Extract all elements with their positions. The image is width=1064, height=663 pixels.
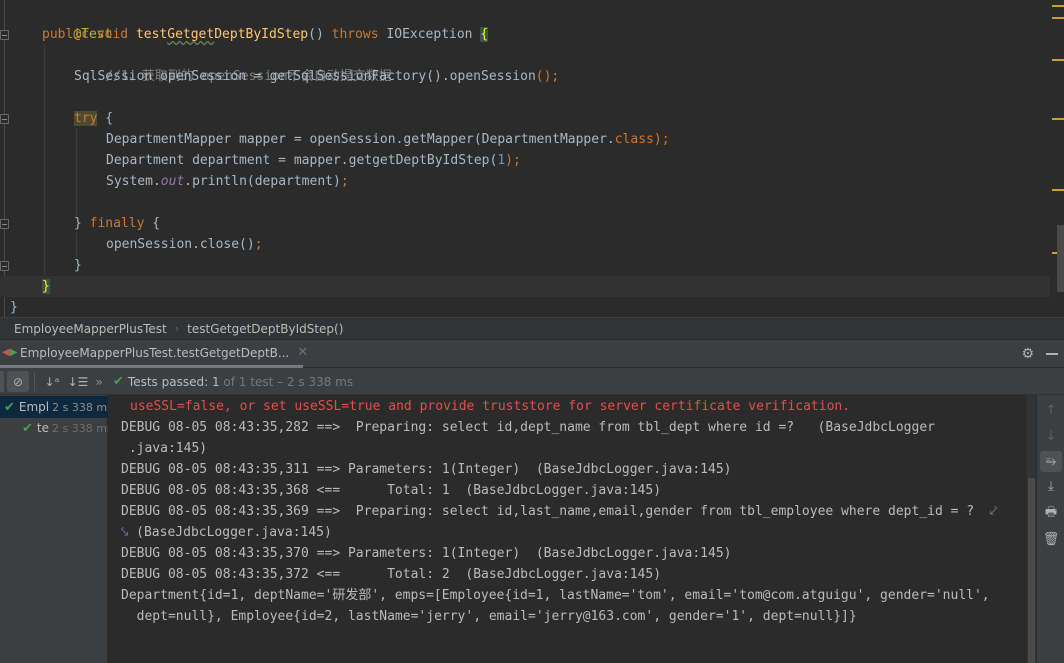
breadcrumb: EmployeeMapperPlusTest › testGetgetDeptB… <box>0 317 1064 339</box>
test-tree-item[interactable]: ✔ te 2 s 338 ms <box>0 417 108 439</box>
gear-icon[interactable]: ⚙ <box>1021 346 1034 362</box>
console-toolbar: ↑ ↓ ⥱ ⤓ 🖶 🗑 <box>1036 395 1064 663</box>
run-config-icon: ◀▶ <box>2 347 18 358</box>
console-line: ⤥ (BaseJdbcLogger.java:145) <box>121 525 332 540</box>
error-stripe-marker[interactable] <box>1052 5 1064 7</box>
keyword: public <box>42 27 89 42</box>
console-line: DEBUG 08-05 08:43:35,311 ==> Parameters:… <box>121 462 732 477</box>
console-output[interactable]: useSSL=false, or set useSSL=true and pro… <box>109 395 1027 663</box>
tests-passed-detail: of 1 test – 2 s 338 ms <box>223 374 354 389</box>
console-line: useSSL=false, or set useSSL=true and pro… <box>130 399 851 414</box>
spelling-squiggle: Getget <box>167 27 215 42</box>
console-line: DEBUG 08-05 08:43:35,368 <== Total: 1 (B… <box>121 483 662 498</box>
test-tree: ✔ Empl 2 s 338 ms ✔ te 2 s 338 ms <box>0 395 108 663</box>
sort-by-duration-icon[interactable]: ↓☰ <box>68 371 89 392</box>
breadcrumb-class[interactable]: EmployeeMapperPlusTest <box>14 322 167 336</box>
tests-passed-count: 1 <box>211 374 220 389</box>
run-tab[interactable]: ◀▶ EmployeeMapperPlusTest.testGetgetDept… <box>0 340 308 368</box>
console-line: DEBUG 08-05 08:43:35,372 <== Total: 2 (B… <box>121 567 662 582</box>
error-stripe-marker[interactable] <box>1052 118 1064 120</box>
console-line: dept=null}, Employee{id=2, lastName='jer… <box>121 609 857 624</box>
check-icon: ✔ <box>4 399 15 415</box>
test-duration: 2 s 338 ms <box>52 400 108 414</box>
chevron-right-icon: › <box>174 322 180 335</box>
code-line-method-signature: public void testGetgetDeptByIdStep() thr… <box>42 27 489 42</box>
minimize-icon[interactable] <box>1046 353 1058 355</box>
console-line: DEBUG 08-05 08:43:35,370 ==> Parameters:… <box>121 546 732 561</box>
check-icon: ✔ <box>113 374 124 389</box>
console-line: DEBUG 08-05 08:43:35,282 ==> Preparing: … <box>121 420 935 435</box>
code-line-session: SqlSession openSession = getSqlSessionFa… <box>74 69 560 84</box>
code-line-close: openSession.close(); <box>106 237 263 252</box>
stop-icon[interactable]: ⊘ <box>7 371 29 392</box>
test-name: te <box>36 421 49 435</box>
run-tool-window-header: ◀▶ EmployeeMapperPlusTest.testGetgetDept… <box>0 339 1064 368</box>
close-icon[interactable]: ✕ <box>297 345 308 360</box>
soft-wrap-end-icon: ⤦ <box>989 504 998 519</box>
soft-wrap-icon[interactable]: ⥱ <box>1040 451 1062 472</box>
method-name: testGetgetDeptByIdStep <box>135 27 309 42</box>
matched-brace: { <box>480 27 489 42</box>
code-line-department: Department department = mapper.getgetDep… <box>106 153 521 168</box>
error-stripe-marker[interactable] <box>1052 17 1064 19</box>
code-editor[interactable]: @Test public void testGetgetDeptByIdStep… <box>0 0 1064 317</box>
code-line-println: System.out.println(department); <box>106 174 349 189</box>
arrow-up-icon[interactable]: ↑ <box>1040 400 1062 421</box>
code-line-try: try { <box>74 111 114 126</box>
breadcrumb-method[interactable]: testGetgetDeptByIdStep() <box>187 322 343 336</box>
run-tab-label: EmployeeMapperPlusTest.testGetgetDeptB..… <box>20 345 290 360</box>
console-scrollbar-track[interactable] <box>1027 395 1036 663</box>
more-actions-icon[interactable]: » <box>92 371 106 392</box>
code-line-annotation: @Test <box>0 3 1050 42</box>
test-name: Empl <box>18 400 50 414</box>
test-toolbar: ⊘ ↓ᵃ ↓☰ » ✔ Tests passed: 1 of 1 test – … <box>0 368 1064 395</box>
sort-alphabetically-icon[interactable]: ↓ᵃ <box>42 371 62 392</box>
console-scrollbar-thumb[interactable] <box>1028 478 1035 663</box>
code-line-finally: } finally { <box>74 216 161 231</box>
scroll-to-end-icon[interactable]: ⤓ <box>1040 476 1062 497</box>
code-line-mapper: DepartmentMapper mapper = openSession.ge… <box>106 132 670 147</box>
code-line-method-end: } <box>0 276 1050 297</box>
matched-brace: } <box>42 279 50 294</box>
keyword: void <box>96 27 129 42</box>
check-icon: ✔ <box>22 420 33 436</box>
console-line: DEBUG 08-05 08:43:35,369 ==> Preparing: … <box>121 504 998 519</box>
test-tree-item[interactable]: ✔ Empl 2 s 338 ms <box>0 396 108 418</box>
editor-scrollbar[interactable] <box>1057 225 1064 292</box>
toolbar-separator <box>34 372 35 391</box>
error-stripe-marker[interactable] <box>1052 189 1064 191</box>
toolbar-edge <box>0 371 4 392</box>
test-status: ✔ Tests passed: 1 of 1 test – 2 s 338 ms <box>113 368 353 395</box>
code-line-class-end: } <box>10 300 18 315</box>
tests-passed-label: Tests passed: <box>127 374 209 389</box>
code-line-comment: //1、获取到的 openSession不会自动提交数据 <box>0 45 1050 84</box>
console-line: .java:145) <box>121 441 208 456</box>
code-line-finally-end: } <box>74 258 82 273</box>
test-duration: 2 s 338 ms <box>52 421 108 435</box>
arrow-down-icon[interactable]: ↓ <box>1040 426 1062 447</box>
keyword-try: try <box>74 111 98 126</box>
print-icon[interactable]: 🖶 <box>1040 503 1062 524</box>
error-stripe-marker[interactable] <box>1052 59 1064 61</box>
console-line: Department{id=1, deptName='研发部', emps=[E… <box>121 588 990 603</box>
trash-icon[interactable]: 🗑 <box>1040 529 1062 550</box>
